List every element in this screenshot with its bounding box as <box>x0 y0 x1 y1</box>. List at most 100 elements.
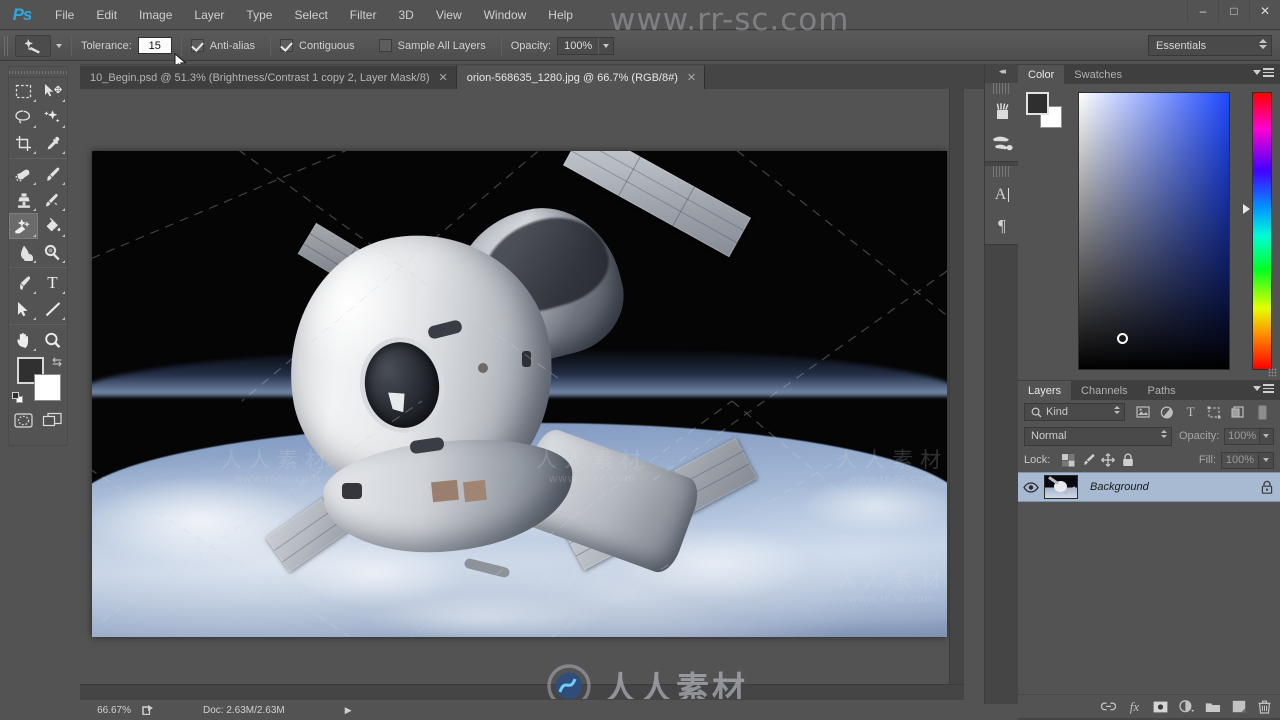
anti-alias-check-icon[interactable] <box>190 39 204 52</box>
smart-object-filter-icon[interactable] <box>1226 402 1250 422</box>
line-tool[interactable] <box>38 296 67 322</box>
workspace-spinner-icon[interactable] <box>1259 39 1267 49</box>
share-icon[interactable] <box>138 704 158 716</box>
tools-panel-grip[interactable] <box>9 67 67 78</box>
hand-tool[interactable] <box>9 327 38 353</box>
rectangular-marquee-tool[interactable] <box>9 78 38 104</box>
layer-thumbnail[interactable] <box>1044 475 1078 499</box>
path-selection-tool[interactable] <box>9 296 38 322</box>
menu-filter[interactable]: Filter <box>339 0 388 30</box>
layer-fill-chevron-icon[interactable] <box>1259 451 1274 469</box>
contiguous-check-icon[interactable] <box>280 39 294 52</box>
delete-layer-icon[interactable] <box>1257 699 1272 714</box>
menu-window[interactable]: Window <box>473 0 538 30</box>
opacity-chevron-icon[interactable] <box>598 37 613 54</box>
paragraph-panel-icon[interactable]: ¶ <box>985 210 1019 241</box>
tab-channels[interactable]: Channels <box>1071 381 1138 400</box>
canvas-vertical-scrollbar[interactable] <box>949 89 964 699</box>
document-tab-0-close-icon[interactable]: ✕ <box>439 71 448 84</box>
screen-mode-button[interactable] <box>38 407 67 433</box>
quick-mask-mode-button[interactable] <box>9 407 38 433</box>
dodge-tool[interactable] <box>38 239 67 265</box>
color-picker-field[interactable] <box>1078 92 1230 370</box>
image-canvas[interactable]: 人人素材 www.rr-sc.com 人人素材 www.rr-sc.com 人人… <box>92 151 947 637</box>
swap-colors-icon[interactable]: ⇆ <box>52 355 62 369</box>
layer-style-fx-icon[interactable]: fx <box>1127 699 1142 714</box>
status-expand-arrow-icon[interactable]: ▶ <box>345 705 352 716</box>
layer-opacity-chevron-icon[interactable] <box>1259 427 1274 445</box>
opacity-combo[interactable]: 100% <box>557 36 615 55</box>
lock-transparent-pixels-icon[interactable] <box>1058 451 1078 469</box>
menu-select[interactable]: Select <box>283 0 338 30</box>
new-adjustment-layer-icon[interactable] <box>1179 699 1194 714</box>
history-brush-tool[interactable] <box>38 187 67 213</box>
hue-ramp-slider[interactable] <box>1252 92 1272 370</box>
zoom-tool[interactable] <box>38 327 67 353</box>
lock-position-icon[interactable] <box>1098 451 1118 469</box>
blur-tool[interactable] <box>9 239 38 265</box>
default-colors-icon[interactable] <box>12 392 24 404</box>
minimize-button[interactable]: – <box>1187 0 1218 22</box>
menu-layer[interactable]: Layer <box>183 0 235 30</box>
contiguous-checkbox[interactable]: Contiguous <box>280 39 361 52</box>
brush-panel-icon[interactable] <box>985 127 1019 158</box>
maximize-button[interactable]: □ <box>1218 0 1249 22</box>
document-tab-0[interactable]: 10_Begin.psd @ 51.3% (Brightness/Contras… <box>80 65 457 89</box>
pen-tool[interactable] <box>9 270 38 296</box>
options-bar-grip[interactable] <box>4 35 10 56</box>
menu-help[interactable]: Help <box>537 0 584 30</box>
color-panel-foreground-swatch[interactable] <box>1026 92 1049 115</box>
tolerance-input[interactable] <box>137 37 172 54</box>
workspace-selector[interactable]: Essentials <box>1148 35 1272 56</box>
close-button[interactable]: ✕ <box>1249 0 1280 22</box>
document-tab-1[interactable]: orion-568635_1280.jpg @ 66.7% (RGB/8#) ✕ <box>456 65 706 89</box>
spot-healing-brush-tool[interactable] <box>9 161 38 187</box>
anti-alias-checkbox[interactable]: Anti-alias <box>190 39 261 52</box>
eye-icon[interactable] <box>1018 481 1044 493</box>
mini-dock-grip-2[interactable] <box>993 166 1010 177</box>
magic-wand-tool-icon[interactable] <box>15 34 51 57</box>
layer-name[interactable]: Background <box>1078 481 1254 493</box>
menu-image[interactable]: Image <box>128 0 183 30</box>
crop-tool[interactable] <box>9 130 38 156</box>
color-panel-menu-icon[interactable] <box>1253 68 1274 77</box>
lock-all-icon[interactable] <box>1118 451 1138 469</box>
status-zoom-level[interactable]: 66.67% <box>80 705 138 716</box>
link-layers-icon[interactable] <box>1101 699 1116 714</box>
blend-mode-spinner-icon[interactable] <box>1160 429 1167 438</box>
canvas-horizontal-scrollbar[interactable] <box>80 684 964 699</box>
eraser-tool[interactable] <box>9 213 38 239</box>
lock-image-pixels-icon[interactable] <box>1078 451 1098 469</box>
new-group-icon[interactable] <box>1205 699 1220 714</box>
panel-resize-grip[interactable] <box>1268 368 1277 377</box>
tab-paths[interactable]: Paths <box>1137 381 1186 400</box>
tab-layers[interactable]: Layers <box>1018 381 1072 400</box>
layer-opacity-value[interactable]: 100% <box>1224 427 1260 445</box>
hue-slider-marker[interactable] <box>1243 204 1250 214</box>
menu-edit[interactable]: Edit <box>85 0 128 30</box>
blend-mode-select[interactable]: Normal <box>1024 426 1172 446</box>
layer-filter-spinner-icon[interactable] <box>1114 406 1121 414</box>
tab-swatches[interactable]: Swatches <box>1064 65 1132 84</box>
layer-lock-icon[interactable] <box>1254 480 1280 494</box>
document-tab-1-close-icon[interactable]: ✕ <box>687 71 696 84</box>
layers-panel-menu-icon[interactable] <box>1253 384 1274 393</box>
sample-all-layers-check-icon[interactable] <box>378 39 392 52</box>
paint-bucket-tool[interactable] <box>38 213 67 239</box>
mini-dock-grip-1[interactable] <box>993 83 1010 94</box>
menu-3d[interactable]: 3D <box>387 0 424 30</box>
pixel-filter-icon[interactable] <box>1131 402 1155 422</box>
sample-all-layers-checkbox[interactable]: Sample All Layers <box>378 39 492 52</box>
add-layer-mask-icon[interactable] <box>1153 699 1168 714</box>
background-color-swatch[interactable] <box>34 374 61 401</box>
tool-preset-chevron-icon[interactable] <box>56 43 62 48</box>
tab-color[interactable]: Color <box>1018 65 1065 84</box>
layer-filter-kind-select[interactable]: Kind <box>1024 403 1126 421</box>
layer-row-background[interactable]: Background <box>1018 472 1280 502</box>
menu-view[interactable]: View <box>425 0 473 30</box>
eyedropper-tool[interactable] <box>38 130 67 156</box>
menu-type[interactable]: Type <box>235 0 283 30</box>
horizontal-type-tool[interactable]: T <box>38 270 67 296</box>
quick-selection-tool[interactable] <box>38 104 67 130</box>
clone-stamp-tool[interactable] <box>9 187 38 213</box>
